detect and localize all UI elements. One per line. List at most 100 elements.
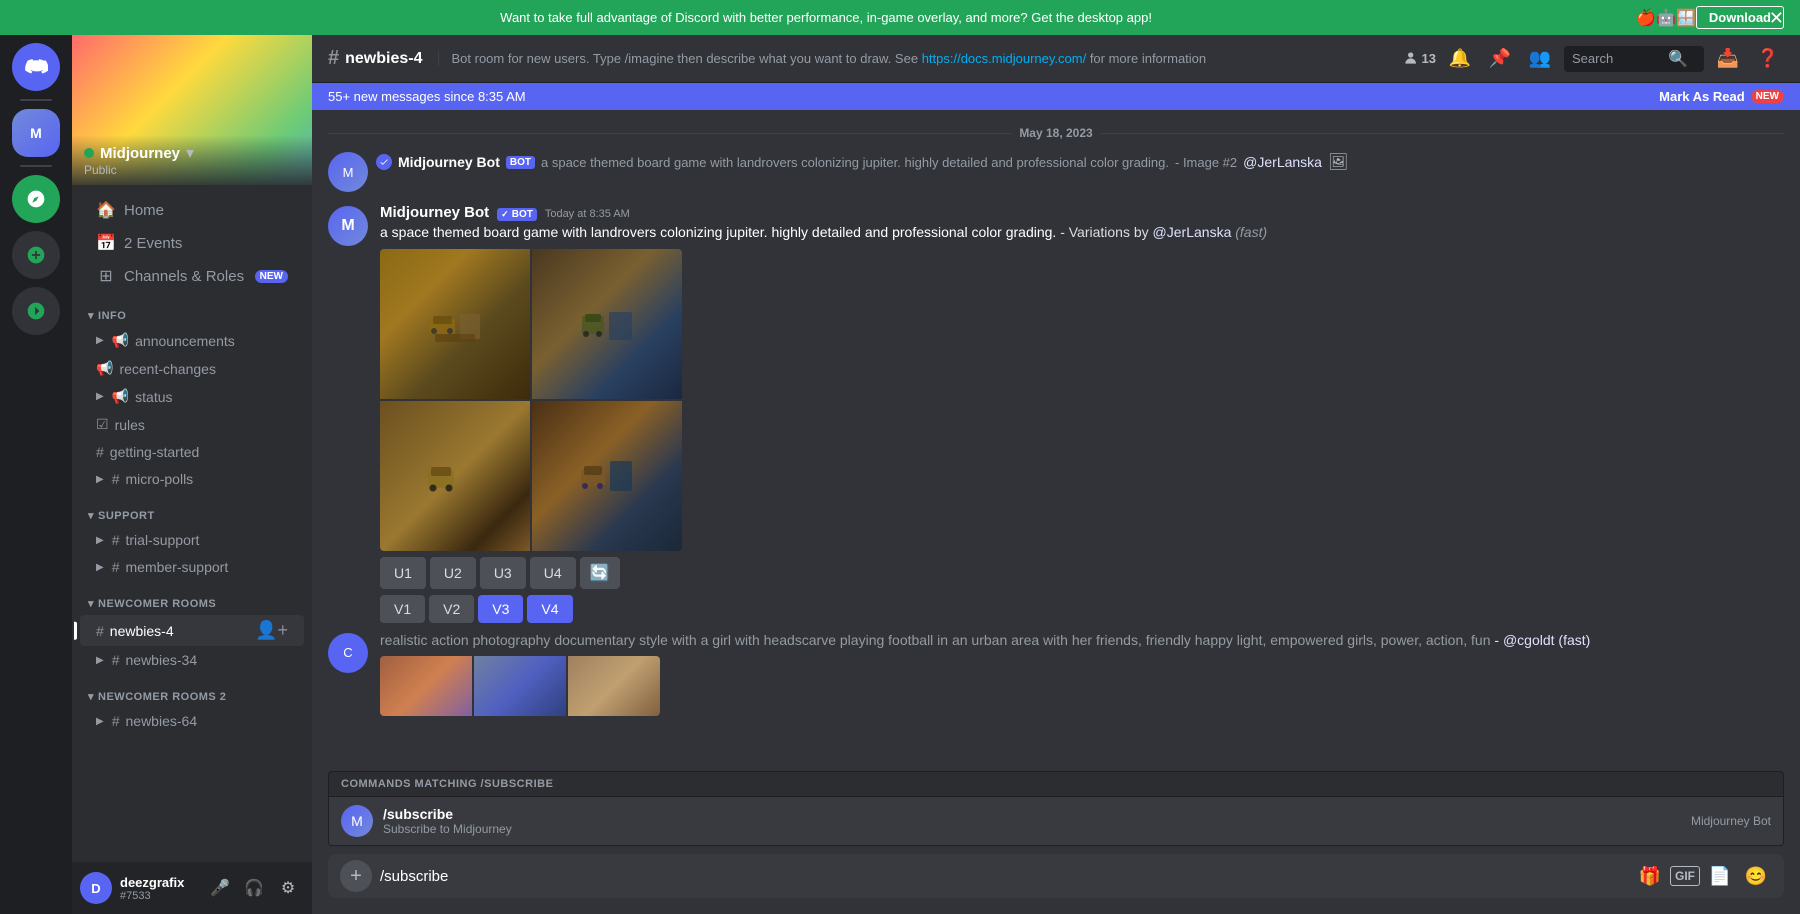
channel-description: Bot room for new users. Type /imagine th… (438, 51, 1389, 66)
user-bar-actions: 🎤 🎧 ⚙ (204, 872, 304, 904)
discord-logo[interactable] (12, 43, 60, 91)
notification-settings-button[interactable]: 🔔 (1444, 43, 1476, 75)
megaphone-icon-3: 📢 (112, 388, 129, 405)
explore-icon[interactable] (12, 175, 60, 223)
windows-icon: 🪟 (1676, 8, 1696, 28)
channel-rules[interactable]: ☑ rules (80, 411, 304, 438)
command-popup-header: COMMANDS MATCHING /subscribe (329, 772, 1783, 797)
section-newcomer-rooms[interactable]: ▾ NEWCOMER ROOMS (72, 581, 312, 614)
help-button[interactable]: ❓ (1752, 43, 1784, 75)
channel-recent-changes[interactable]: 📢 recent-changes (80, 355, 304, 382)
channel-micro-polls[interactable]: ▶ # micro-polls (80, 466, 304, 492)
user-avatar[interactable]: D (80, 872, 112, 904)
home-icon: 🏠 (96, 200, 116, 220)
mark-as-read-button[interactable]: Mark As Read NEW (1659, 89, 1784, 104)
message-input[interactable] (380, 856, 1626, 897)
server-header[interactable]: Midjourney ▾ Public (72, 35, 312, 185)
hash-icon-3: # (112, 532, 120, 548)
inbox-button[interactable]: 📥 (1712, 43, 1744, 75)
strip-image-2[interactable] (474, 656, 566, 716)
command-name: /subscribe (383, 806, 512, 822)
emoji-button[interactable]: 😊 (1740, 860, 1772, 892)
command-source: Midjourney Bot (1691, 814, 1771, 828)
section-support[interactable]: ▾ SUPPORT (72, 493, 312, 526)
member-count: 13 (1402, 51, 1436, 67)
date-divider: May 18, 2023 (312, 110, 1800, 148)
channel-newbies-64[interactable]: ▶ # newbies-64 (80, 708, 304, 734)
top-banner: Want to take full advantage of Discord w… (0, 0, 1800, 35)
new-messages-text: 55+ new messages since 8:35 AM (328, 89, 526, 104)
channel-newbies-4[interactable]: # newbies-4 👤+ (80, 615, 304, 646)
u3-button[interactable]: U3 (480, 557, 526, 589)
add-server-icon[interactable] (12, 231, 60, 279)
nav-events-label: 2 Events (124, 235, 182, 252)
settings-button[interactable]: ⚙ (272, 872, 304, 904)
channel-header-name: # newbies-4 (328, 47, 422, 70)
v3-button[interactable]: V3 (478, 595, 523, 623)
u1-button[interactable]: U1 (380, 557, 426, 589)
image-cell-2[interactable] (532, 249, 682, 399)
v1-button[interactable]: V1 (380, 595, 425, 623)
banner-text: Want to take full advantage of Discord w… (16, 10, 1636, 25)
gift-button[interactable]: 🎁 (1634, 860, 1666, 892)
v-variation-buttons: V1 V2 V3 V4 (380, 595, 1784, 623)
prompt-user: @JerLanska (1153, 224, 1232, 240)
channel-trial-support[interactable]: ▶ # trial-support (80, 527, 304, 553)
new-messages-banner[interactable]: 55+ new messages since 8:35 AM Mark As R… (312, 83, 1800, 110)
channel-announcements[interactable]: ▶ 📢 announcements (80, 327, 304, 354)
u2-button[interactable]: U2 (430, 557, 476, 589)
banner-close-button[interactable]: ✕ (1769, 9, 1784, 27)
u4-button[interactable]: U4 (530, 557, 576, 589)
expand-icon: ▶ (96, 335, 104, 346)
v2-button[interactable]: V2 (429, 595, 474, 623)
input-actions: 🎁 GIF 📄 😊 (1634, 860, 1772, 892)
download-apps-icon[interactable] (12, 287, 60, 335)
channel-name: announcements (135, 333, 235, 349)
save-image-icon[interactable]: 🖼 (1328, 152, 1348, 172)
sticker-button[interactable]: 📄 (1704, 860, 1736, 892)
subscribe-command[interactable]: M /subscribe Subscribe to Midjourney Mid… (329, 797, 1783, 845)
nav-events[interactable]: 📅 2 Events (80, 227, 304, 259)
hash-icon-4: # (112, 559, 120, 575)
deafen-button[interactable]: 🎧 (238, 872, 270, 904)
mute-button[interactable]: 🎤 (204, 872, 236, 904)
section-info[interactable]: ▾ INFO (72, 293, 312, 326)
search-box[interactable]: 🔍 (1564, 46, 1704, 72)
image-grid (380, 249, 682, 551)
channel-member-support[interactable]: ▶ # member-support (80, 554, 304, 580)
new-badge: NEW (255, 270, 288, 283)
newcomer2-chevron: ▾ (88, 690, 94, 703)
message-author[interactable]: Midjourney Bot (380, 204, 489, 221)
section-newcomer-rooms-2[interactable]: ▾ NEWCOMER ROOMS 2 (72, 674, 312, 707)
input-add-button[interactable]: + (340, 860, 372, 892)
search-input[interactable] (1572, 51, 1662, 66)
image-cell-4[interactable] (532, 401, 682, 551)
hash-icon-7: # (112, 713, 120, 729)
icon-bar: M (0, 35, 72, 914)
pin-button[interactable]: 📌 (1484, 43, 1516, 75)
channel-link[interactable]: https://docs.midjourney.com/ (922, 51, 1087, 66)
refresh-button[interactable]: 🔄 (580, 557, 620, 589)
channel-status[interactable]: ▶ 📢 status (80, 383, 304, 410)
notif-suffix: - Image #2 (1175, 155, 1237, 170)
hash-icon-5: # (96, 623, 104, 639)
server-header-overlay: Midjourney ▾ Public (72, 135, 312, 185)
user-info: deezgrafix #7533 (120, 875, 196, 902)
messages-scroll[interactable]: May 18, 2023 M Midjourney Bot BOT a spac… (312, 110, 1800, 771)
image-cell-3[interactable] (380, 401, 530, 551)
hash-icon-2: # (112, 471, 120, 487)
hash-icon-6: # (112, 652, 120, 668)
nav-channels-roles[interactable]: ⊞ Channels & Roles NEW (80, 260, 304, 292)
v4-button[interactable]: V4 (527, 595, 572, 623)
gif-button[interactable]: GIF (1670, 866, 1700, 886)
channel-newbies-34[interactable]: ▶ # newbies-34 (80, 647, 304, 673)
members-button[interactable]: 👥 (1524, 43, 1556, 75)
channel-title: newbies-4 (345, 50, 422, 68)
server-icon-midjourney[interactable]: M (12, 109, 60, 157)
channel-getting-started[interactable]: # getting-started (80, 439, 304, 465)
strip-image-3[interactable] (568, 656, 660, 716)
bot-avatar[interactable]: M (328, 206, 368, 246)
strip-image-1[interactable] (380, 656, 472, 716)
image-cell-1[interactable] (380, 249, 530, 399)
nav-home[interactable]: 🏠 Home (80, 194, 304, 226)
